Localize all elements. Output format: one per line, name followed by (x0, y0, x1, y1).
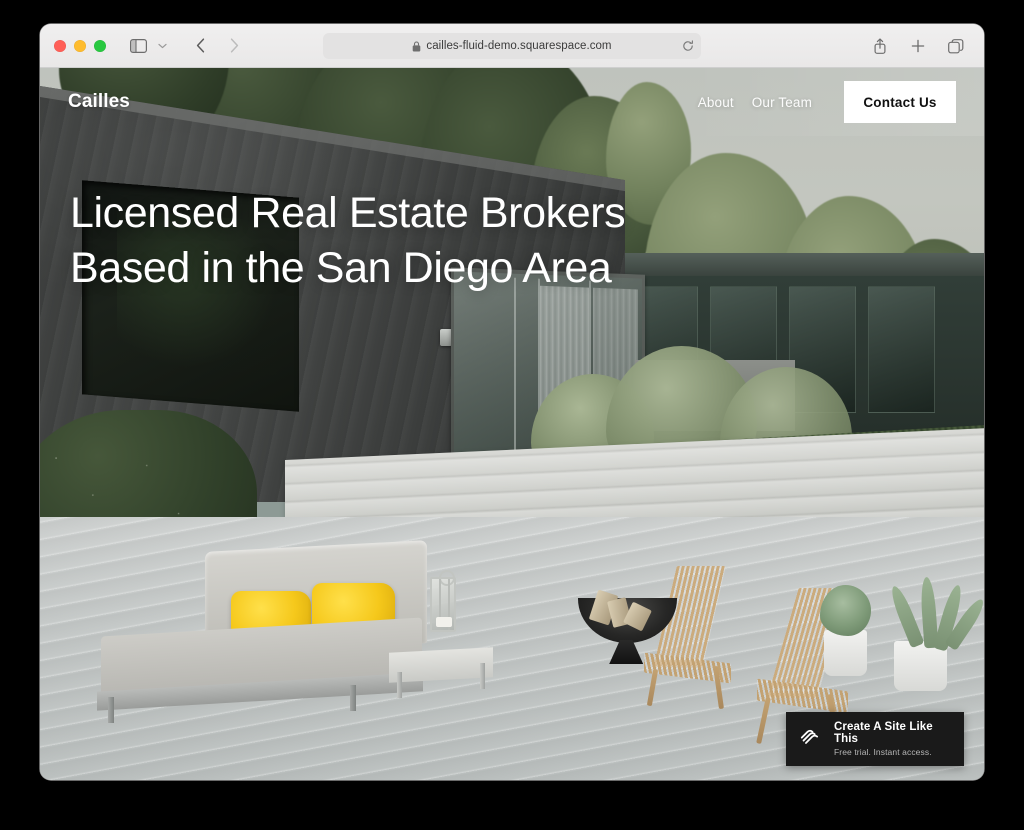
share-icon[interactable] (866, 33, 894, 59)
toolbar-right-controls (866, 33, 970, 59)
close-window-button[interactable] (54, 39, 66, 52)
site-navigation: About Our Team Contact Us (698, 81, 956, 123)
site-header: Cailles About Our Team Contact Us (40, 68, 984, 136)
daybed-leg (349, 684, 356, 711)
address-bar[interactable]: cailles-fluid-demo.squarespace.com (323, 33, 701, 59)
url-text: cailles-fluid-demo.squarespace.com (426, 40, 612, 52)
site-logo[interactable]: Cailles (68, 91, 130, 113)
succulent-plant (819, 584, 871, 637)
badge-title: Create A Site Like This (834, 721, 933, 745)
window-controls (54, 39, 106, 52)
browser-window: cailles-fluid-demo.squarespace.com Caill… (40, 24, 984, 780)
lantern (429, 570, 456, 633)
lantern-bar (438, 579, 441, 631)
zoom-window-button[interactable] (94, 39, 106, 52)
minimize-window-button[interactable] (74, 39, 86, 52)
nav-link-our-team[interactable]: Our Team (752, 95, 812, 110)
back-button-icon[interactable] (186, 33, 214, 59)
house-right-fascia (606, 253, 984, 276)
webpage-hero: Cailles About Our Team Contact Us Licens… (40, 68, 984, 780)
slat-chair (644, 566, 738, 709)
side-table-leg (479, 663, 485, 690)
sidebar-controls (124, 33, 176, 59)
sidebar-chevron-down-icon[interactable] (148, 33, 176, 59)
badge-subtitle: Free trial. Instant access. (834, 747, 932, 757)
squarespace-promo-badge[interactable]: Create A Site Like This Free trial. Inst… (786, 712, 964, 766)
side-table (389, 646, 494, 683)
squarespace-logo-icon (798, 724, 823, 754)
screen: cailles-fluid-demo.squarespace.com Caill… (0, 0, 1024, 830)
daybed-leg (107, 697, 114, 724)
address-bar-container: cailles-fluid-demo.squarespace.com (323, 33, 701, 59)
glass-pane (868, 286, 935, 413)
lantern-bar (447, 579, 450, 631)
browser-toolbar: cailles-fluid-demo.squarespace.com (40, 24, 984, 68)
tab-overview-icon[interactable] (942, 33, 970, 59)
planter-pot (823, 630, 867, 677)
nav-link-about[interactable]: About (698, 95, 734, 110)
lock-icon (412, 40, 421, 52)
navigation-controls (186, 33, 248, 59)
reload-icon[interactable] (682, 40, 694, 52)
forward-button-icon[interactable] (220, 33, 248, 59)
side-table-leg (396, 671, 402, 698)
new-tab-icon[interactable] (904, 33, 932, 59)
hero-headline: Licensed Real Estate Brokers Based in th… (70, 189, 626, 293)
contact-us-button[interactable]: Contact Us (844, 81, 956, 123)
badge-text-group: Create A Site Like This Free trial. Inst… (834, 721, 952, 757)
